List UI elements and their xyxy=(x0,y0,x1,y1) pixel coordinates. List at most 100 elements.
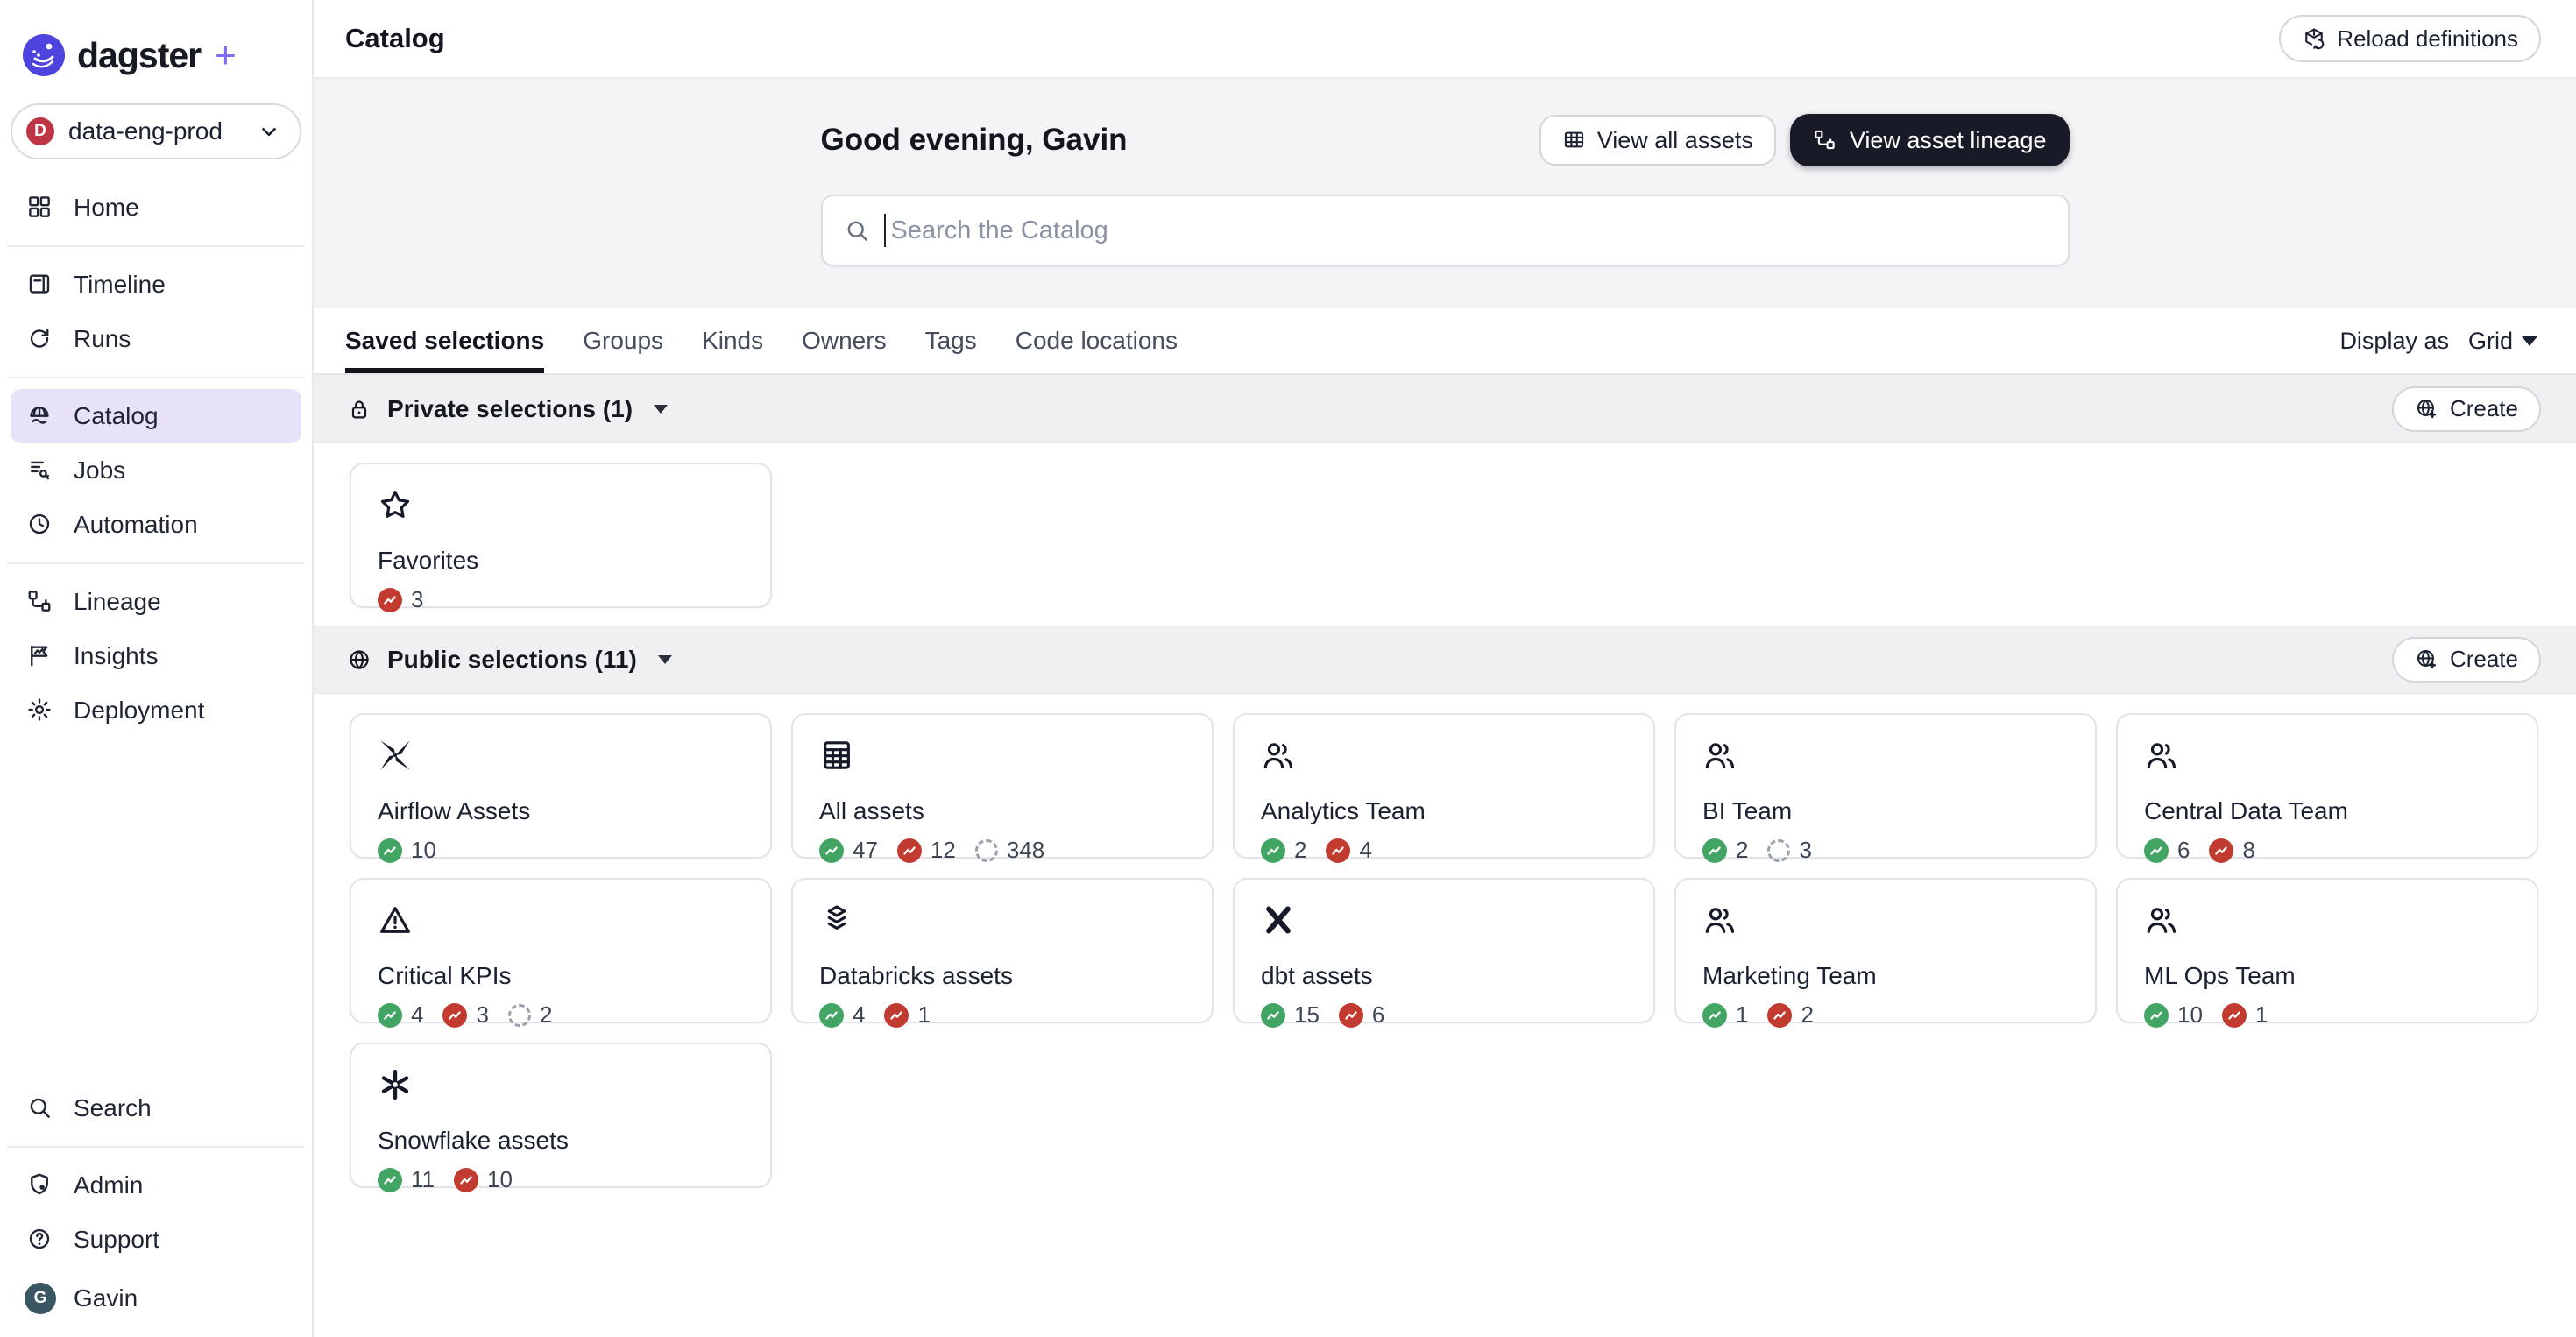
content: Good evening, Gavin View all assets View… xyxy=(314,79,2576,1337)
display-as-select[interactable]: Grid xyxy=(2468,328,2537,355)
user-menu[interactable]: G Gavin xyxy=(0,1267,312,1323)
selection-card-ml-ops-team[interactable]: ML Ops Team 10 1 xyxy=(2116,878,2538,1028)
card-title: BI Team xyxy=(1702,797,1793,824)
create-label: Create xyxy=(2449,646,2518,672)
sidebar-item-runs[interactable]: Runs xyxy=(11,312,301,366)
tabs: Saved selections Groups Kinds Owners Tags Cod… xyxy=(345,308,1178,373)
tab-code-locations[interactable]: Code locations xyxy=(1016,308,1178,373)
selection-card-bi-team[interactable]: BI Team 2 3 xyxy=(1674,713,2097,863)
table-icon xyxy=(819,738,854,773)
status-count-never: 3 xyxy=(1767,837,1812,864)
workspace-name: data-eng-prod xyxy=(68,117,223,145)
tab-tags[interactable]: Tags xyxy=(925,308,977,373)
brand-logo[interactable]: dagster + xyxy=(0,0,312,84)
status-count-value: 2 xyxy=(1736,837,1749,863)
status-count-failed: 1 xyxy=(884,1001,931,1029)
tab-owners[interactable]: Owners xyxy=(802,308,886,373)
sidebar-item-insights[interactable]: Insights xyxy=(11,629,301,683)
section-toggle[interactable]: Private selections (1) xyxy=(347,394,669,423)
sidebar-item-admin[interactable]: Admin xyxy=(11,1158,301,1213)
sidebar-item-lineage[interactable]: Lineage xyxy=(11,575,301,629)
asset-status-counts: 10 1 xyxy=(2144,1001,2510,1029)
selection-card-central-data-team[interactable]: Central Data Team 6 8 xyxy=(2116,713,2538,863)
status-count-value: 1 xyxy=(2254,1001,2268,1028)
asset-status-counts: 11 10 xyxy=(378,1166,744,1193)
status-count-failed: 1 xyxy=(2221,1001,2268,1029)
sidebar-item-label: Catalog xyxy=(74,402,159,429)
card-title: Airflow Assets xyxy=(378,797,531,824)
snowflake-icon xyxy=(378,1067,413,1102)
sidebar-item-catalog[interactable]: Catalog xyxy=(11,389,301,443)
globe-plus-icon xyxy=(2415,397,2439,421)
help-circle-icon xyxy=(26,1226,54,1254)
status-count-value: 8 xyxy=(2242,837,2255,863)
status-count-value: 3 xyxy=(476,1001,489,1028)
status-count-value: 10 xyxy=(411,837,436,863)
card-title: Databricks assets xyxy=(819,962,1013,989)
selection-card-dbt-assets[interactable]: dbt assets 15 6 xyxy=(1233,878,1655,1028)
selection-card-airflow-assets[interactable]: Airflow Assets 10 xyxy=(350,713,772,863)
selection-card-critical-kpis[interactable]: Critical KPIs 4 3 2 xyxy=(350,878,772,1028)
view-asset-lineage-button[interactable]: View asset lineage xyxy=(1789,114,2070,166)
brand-wordmark: dagster xyxy=(77,34,202,75)
failed-status-icon xyxy=(378,587,402,612)
globe-plus-icon xyxy=(2415,647,2439,672)
section-title: Public selections (11) xyxy=(387,645,637,673)
create-selection-button[interactable]: Create xyxy=(2391,386,2541,432)
selection-card-analytics-team[interactable]: Analytics Team 2 4 xyxy=(1233,713,1655,863)
tab-groups[interactable]: Groups xyxy=(583,308,663,373)
status-count-value: 1 xyxy=(1736,1001,1749,1028)
selection-card-all-assets[interactable]: All assets 47 12 348 xyxy=(791,713,1214,863)
sidebar-item-automation[interactable]: Automation xyxy=(11,498,301,552)
sidebar-item-home[interactable]: Home xyxy=(11,180,301,235)
status-count-success: 10 xyxy=(378,837,436,864)
card-title: Central Data Team xyxy=(2144,797,2348,824)
selection-card-marketing-team[interactable]: Marketing Team 1 2 xyxy=(1674,878,2097,1028)
status-count-value: 2 xyxy=(539,1001,553,1028)
table-icon xyxy=(1562,128,1587,152)
card-title: Marketing Team xyxy=(1702,962,1877,989)
search-input[interactable] xyxy=(890,216,2047,245)
failed-status-icon xyxy=(1767,1002,1793,1028)
main-area: Catalog Reload definitions Good evening,… xyxy=(314,0,2576,1337)
hero-section: Good evening, Gavin View all assets View… xyxy=(314,79,2576,308)
selection-card-snowflake-assets[interactable]: Snowflake assets 11 10 xyxy=(350,1043,772,1192)
home-grid-icon xyxy=(26,194,54,222)
sidebar-item-deployment[interactable]: Deployment xyxy=(11,683,301,738)
view-all-assets-button[interactable]: View all assets xyxy=(1539,115,1776,166)
asset-status-counts: 23 xyxy=(1702,837,2069,864)
status-count-value: 2 xyxy=(1294,837,1307,863)
sidebar-item-support[interactable]: Support xyxy=(11,1213,301,1267)
status-count-failed: 3 xyxy=(378,586,423,613)
sidebar-item-timeline[interactable]: Timeline xyxy=(11,258,301,312)
status-count-success: 1 xyxy=(1702,1001,1748,1029)
reload-definitions-button[interactable]: Reload definitions xyxy=(2279,15,2541,62)
sidebar-bottom-nav: Search Admin Support xyxy=(0,1081,312,1267)
dagster-octopus-icon xyxy=(23,34,65,76)
selection-card-databricks-assets[interactable]: Databricks assets 4 1 xyxy=(791,878,1214,1028)
sidebar-item-jobs[interactable]: Jobs xyxy=(11,443,301,498)
sidebar-item-label: Deployment xyxy=(74,697,205,724)
materialized-status-icon xyxy=(1702,1002,1727,1028)
section-title: Private selections (1) xyxy=(387,394,633,422)
status-count-failed: 6 xyxy=(1338,1001,1384,1029)
jobs-icon xyxy=(26,456,54,485)
card-title: Favorites xyxy=(378,547,479,574)
catalog-search[interactable] xyxy=(820,195,2070,266)
sidebar-item-search[interactable]: Search xyxy=(11,1081,301,1135)
reload-cube-icon xyxy=(2302,26,2326,51)
create-selection-button[interactable]: Create xyxy=(2391,636,2541,683)
view-asset-lineage-label: View asset lineage xyxy=(1849,126,2047,153)
section-toggle[interactable]: Public selections (11) xyxy=(347,646,672,674)
tab-kinds[interactable]: Kinds xyxy=(702,308,763,373)
tab-saved-selections[interactable]: Saved selections xyxy=(345,308,545,373)
status-count-value: 47 xyxy=(853,837,878,863)
status-count-value: 10 xyxy=(2177,1001,2203,1028)
materialized-status-icon xyxy=(1702,838,1727,863)
asset-status-counts: 12 xyxy=(1702,1001,2069,1029)
caret-down-icon xyxy=(654,404,669,414)
selection-card-favorites[interactable]: Favorites 3 xyxy=(350,463,772,612)
status-count-value: 15 xyxy=(1294,1001,1320,1028)
workspace-switcher[interactable]: D data-eng-prod xyxy=(11,103,301,159)
dbt-icon xyxy=(1261,902,1296,937)
